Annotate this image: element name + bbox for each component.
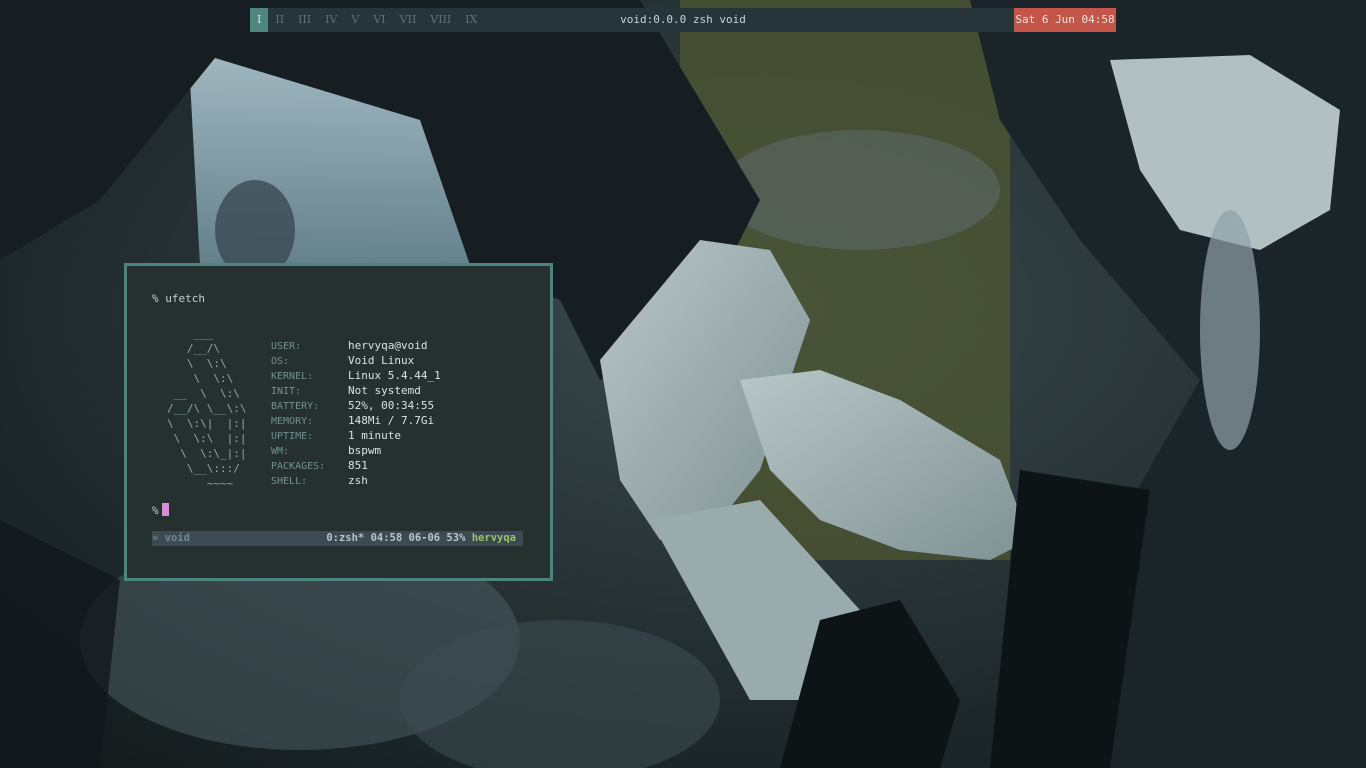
clock: Sat 6 Jun 04:58 [1014, 8, 1116, 32]
prompt-symbol: % [152, 504, 159, 517]
workspace-4[interactable]: IV [318, 8, 344, 32]
info-row-init: INIT: Not systemd [271, 383, 441, 398]
shell-prompt[interactable]: % [152, 503, 169, 517]
tmux-status-info: 0:zsh* 04:58 06-06 53% [326, 532, 466, 544]
workspace-9[interactable]: IX [458, 8, 484, 32]
info-value: Linux 5.4.44_1 [348, 369, 441, 382]
info-value: 52%, 00:34:55 [348, 399, 435, 412]
workspace-2[interactable]: II [268, 8, 291, 32]
text-cursor [161, 503, 169, 516]
info-row-wm: WM: bspwm [271, 443, 441, 458]
info-row-memory: MEMORY: 148Mi / 7.7Gi [271, 413, 441, 428]
info-key: SHELL: [271, 476, 308, 487]
tmux-session-name: » void [152, 532, 190, 544]
info-key: MEMORY: [271, 416, 314, 427]
info-row-kernel: KERNEL: Linux 5.4.44_1 [271, 368, 441, 383]
info-row-uptime: UPTIME: 1 minute [271, 428, 441, 443]
tmux-username: hervyqa [471, 532, 516, 544]
info-row-os: OS: Void Linux [271, 353, 441, 368]
info-key: INIT: [271, 386, 302, 397]
info-value: 148Mi / 7.7Gi [348, 414, 435, 427]
workspace-6[interactable]: VI [366, 8, 392, 32]
terminal-window[interactable]: % ufetch ___ /__/\ \ \:\ \ \:\ __ \ \:\ … [124, 263, 553, 581]
info-value: 1 minute [348, 429, 401, 442]
info-key: BATTERY: [271, 401, 320, 412]
info-key: PACKAGES: [271, 461, 326, 472]
workspace-5[interactable]: V [344, 8, 366, 32]
info-value: 851 [348, 459, 368, 472]
tmux-status-bar: » void 0:zsh* 04:58 06-06 53% hervyqa [152, 531, 523, 546]
workspace-7[interactable]: VII [393, 8, 424, 32]
info-key: OS: [271, 356, 290, 367]
info-value: zsh [348, 474, 368, 487]
info-row-shell: SHELL: zsh [271, 473, 441, 488]
info-row-battery: BATTERY: 52%, 00:34:55 [271, 398, 441, 413]
info-value: Not systemd [348, 384, 421, 397]
workspace-list: I II III IV V VI VII VIII IX [250, 8, 484, 32]
top-status-bar: I II III IV V VI VII VIII IX void:0.0.0 … [250, 8, 1116, 32]
tmux-status-right: 0:zsh* 04:58 06-06 53% hervyqa [326, 531, 516, 546]
info-value: bspwm [348, 444, 382, 457]
workspace-3[interactable]: III [291, 8, 318, 32]
info-key: KERNEL: [271, 371, 314, 382]
workspace-8[interactable]: VIII [423, 8, 458, 32]
system-info-list: USER: hervyqa@void OS: Void Linux KERNEL: L… [271, 338, 441, 488]
workspace-1[interactable]: I [250, 8, 269, 32]
void-ascii-logo: ___ /__/\ \ \:\ \ \:\ __ \ \:\ /__/\ \__… [167, 327, 247, 490]
info-key: WM: [271, 446, 290, 457]
command-prompt-line: % ufetch [152, 292, 205, 305]
info-value: Void Linux [348, 354, 415, 367]
info-row-packages: PACKAGES: 851 [271, 458, 441, 473]
info-key: USER: [271, 341, 302, 352]
info-key: UPTIME: [271, 431, 314, 442]
info-value: hervyqa@void [348, 339, 428, 352]
info-row-user: USER: hervyqa@void [271, 338, 441, 353]
